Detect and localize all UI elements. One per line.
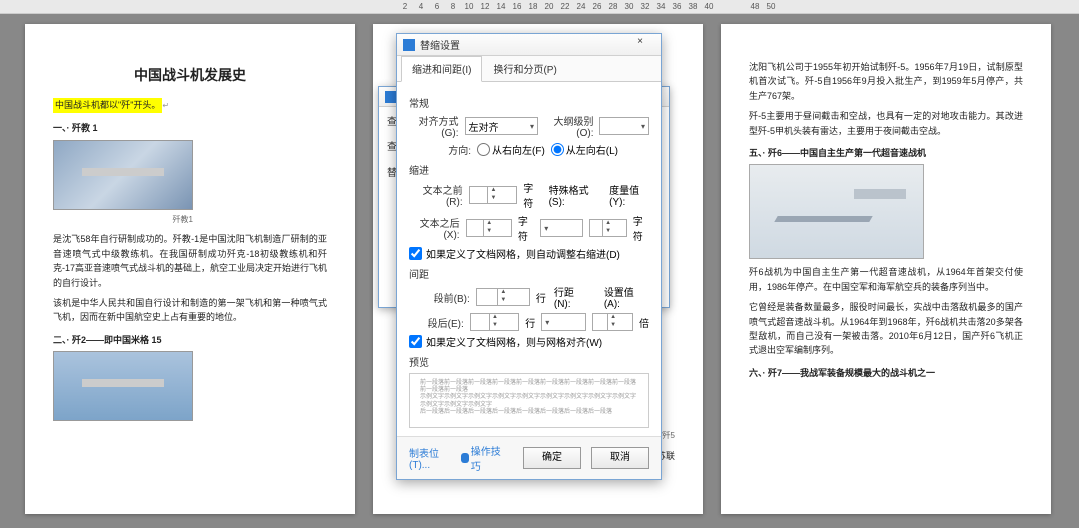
page-3: 沈阳飞机公司于1955年初开始试制歼-5。1956年7月19日，试制原型机首次试… [721, 24, 1051, 514]
align-combo[interactable]: 左对齐 [465, 117, 538, 135]
dialog-tabs: 缩进和间距(I) 换行和分页(P) [397, 56, 661, 82]
before-text-spin[interactable]: ▲▼ [469, 186, 518, 204]
cancel-button[interactable]: 取消 [591, 447, 649, 469]
after-text-spin[interactable]: ▲▼ [466, 219, 512, 237]
ok-button[interactable]: 确定 [523, 447, 581, 469]
unit-char-3: 字符 [633, 213, 649, 243]
app-icon [403, 39, 415, 51]
unit-char-2: 字符 [518, 213, 534, 243]
image-j6 [749, 164, 924, 259]
paragraph-dialog[interactable]: 替缩设置 × 缩进和间距(I) 换行和分页(P) 常规 对齐方式(G): 左对齐… [396, 33, 662, 480]
heading-2: 二、· 歼2——即中国米格 15 [53, 333, 327, 347]
tips-button[interactable]: 操作技巧 [461, 443, 503, 473]
paragraph: 沈阳飞机公司于1955年初开始试制歼-5。1956年7月19日，试制原型机首次试… [749, 60, 1023, 103]
paragraph: 它曾经是装备数量最多，服役时间最长，实战中击落敌机最多的国产喷气式超音速战斗机。… [749, 300, 1023, 358]
unit-line: 行 [536, 290, 546, 305]
direction-label: 方向: [409, 142, 471, 157]
dir-ltr-radio[interactable]: 从左向右(L) [551, 142, 618, 157]
page-1: 中国战斗机发展史 中国战斗机都以"歼"开头。↵ 一、· 歼教 1 歼教1 是沈飞… [25, 24, 355, 514]
group-preview: 预览 [409, 354, 649, 369]
heading-j6: 五、· 歼6——中国自主生产第一代超音速战机 [749, 146, 1023, 160]
unit-line-2: 行 [525, 315, 535, 330]
group-indent: 缩进 [409, 162, 649, 177]
unit-倍: 倍 [639, 315, 649, 330]
group-general: 常规 [409, 95, 649, 110]
tabstop-button[interactable]: 制表位(T)... [409, 445, 451, 471]
preview-box: 前一段落前一段落前一段落前一段落前一段落前一段落前一段落前一段落前一段落前一段落… [409, 373, 649, 428]
auto-indent-checkbox[interactable]: 如果定义了文档网格，则自动调整右缩进(D) [409, 246, 649, 261]
tab-indent-spacing[interactable]: 缩进和间距(I) [401, 56, 482, 82]
paragraph: 歼-5主要用于昼间截击和空战，也具有一定的对地攻击能力。其改进型歼-5甲机头装有… [749, 109, 1023, 138]
heading-j7: 六、· 歼7——我战军装备规模最大的战斗机之一 [749, 366, 1023, 380]
paragraph: 该机是中华人民共和国自行设计和制造的第一架飞机和第一种喷气式飞机，因而在新中国航… [53, 296, 327, 325]
paragraph: 是沈飞58年自行研制成功的。歼教-1是中国沈阳飞机制造厂研制的亚音速喷气式中级教… [53, 232, 327, 290]
space-before-label: 段前(B): [409, 290, 470, 305]
space-after-spin[interactable]: ▲▼ [470, 313, 520, 331]
space-after-label: 段后(E): [409, 315, 464, 330]
unit-char: 字符 [523, 180, 540, 210]
dialog-titlebar[interactable]: 替缩设置 × [397, 34, 661, 56]
dialog-title-text: 替缩设置 [420, 37, 460, 52]
outline-combo[interactable] [599, 117, 649, 135]
linespace-label: 行距(N): [554, 284, 590, 310]
image-mig15 [53, 351, 193, 421]
grid-align-checkbox[interactable]: 如果定义了文档网格，则与网格对齐(W) [409, 334, 649, 349]
measure-label: 度量值(Y): [609, 182, 649, 208]
paragraph: 歼6战机为中国自主生产第一代超音速战机，从1964年首架交付使用，1986年停产… [749, 265, 1023, 294]
after-text-label: 文本之后(X): [409, 215, 460, 241]
horizontal-ruler: 2468101214161820222426283032343638404850 [0, 0, 1079, 14]
before-text-label: 文本之前(R): [409, 182, 463, 208]
page-title: 中国战斗机发展史 [53, 64, 327, 86]
heading-1: 一、· 歼教 1 [53, 121, 327, 135]
special-label: 特殊格式(S): [549, 182, 598, 208]
align-label: 对齐方式(G): [409, 113, 459, 139]
caption-1: 歼教1 [53, 214, 193, 227]
space-before-spin[interactable]: ▲▼ [476, 288, 530, 306]
outline-label: 大纲级别(O): [544, 113, 594, 139]
close-icon[interactable]: × [625, 36, 655, 54]
group-spacing: 间距 [409, 266, 649, 281]
linespace-combo[interactable] [541, 313, 586, 331]
setvalue-label: 设置值(A): [604, 284, 649, 310]
dir-rtl-radio[interactable]: 从右向左(F) [477, 142, 545, 157]
image-jj1 [53, 140, 193, 210]
special-combo[interactable] [540, 219, 582, 237]
measure-spin[interactable]: ▲▼ [589, 219, 627, 237]
highlighted-text[interactable]: 中国战斗机都以"歼"开头。 [53, 98, 162, 112]
tab-line-page-break[interactable]: 换行和分页(P) [482, 56, 567, 81]
setvalue-spin[interactable]: ▲▼ [592, 313, 633, 331]
gear-icon [461, 453, 469, 463]
